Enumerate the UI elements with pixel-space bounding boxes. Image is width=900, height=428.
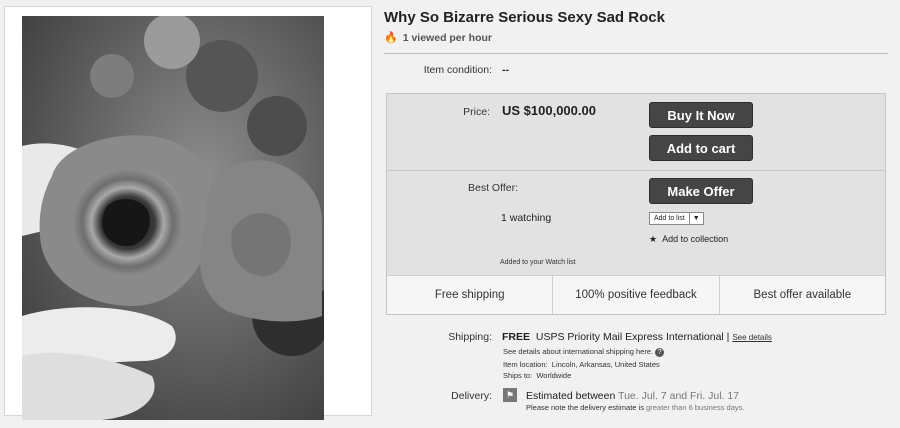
delivery-estimated-label: Estimated between bbox=[526, 390, 616, 402]
rock-photo-illustration bbox=[22, 16, 324, 420]
intl-shipping-text: See details about international shipping… bbox=[503, 347, 654, 356]
chevron-down-icon: ▼ bbox=[692, 215, 700, 222]
delivery-label: Delivery: bbox=[451, 390, 492, 402]
listing-title: Why So Bizarre Serious Sexy Sad Rock bbox=[384, 9, 665, 26]
best-offer-label: Best Offer: bbox=[468, 182, 518, 194]
feature-strip: Free shipping 100% positive feedback Bes… bbox=[387, 275, 885, 314]
item-location: Item location: Lincoln, Arkansas, United… bbox=[503, 360, 660, 369]
add-to-collection-link[interactable]: ★ Add to collection bbox=[649, 234, 728, 245]
delivery-note-highlight: greater than 6 business days. bbox=[646, 403, 745, 412]
shipping-service: USPS Priority Mail Express International… bbox=[535, 331, 730, 343]
item-location-label: Item location: bbox=[503, 360, 548, 369]
title-divider bbox=[384, 53, 888, 54]
shipping-free: FREE bbox=[502, 331, 531, 343]
feature-free-shipping: Free shipping bbox=[387, 276, 554, 314]
condition-value: -- bbox=[502, 64, 509, 76]
shipping-label: Shipping: bbox=[448, 331, 492, 343]
watch-list-note: Added to your Watch list bbox=[500, 259, 576, 266]
see-details-link[interactable]: See details bbox=[732, 333, 772, 342]
make-offer-button[interactable]: Make Offer bbox=[649, 178, 753, 204]
delivery-note: Please note the delivery estimate is gre… bbox=[526, 403, 744, 412]
price-value: US $100,000.00 bbox=[502, 103, 596, 118]
ships-to-value: Worldwide bbox=[536, 371, 572, 380]
ships-to-label: Ships to: bbox=[503, 371, 533, 380]
delivery-dates: Tue. Jul. 7 and Fri. Jul. 17 bbox=[618, 390, 740, 402]
shipping-line: FREE USPS Priority Mail Express Internat… bbox=[502, 331, 772, 343]
offer-divider bbox=[387, 170, 885, 171]
item-location-value: Lincoln, Arkansas, United States bbox=[551, 360, 660, 369]
feature-positive-feedback: 100% positive feedback bbox=[553, 276, 720, 314]
ships-to: Ships to: Worldwide bbox=[503, 371, 571, 380]
star-icon: ★ bbox=[649, 234, 658, 244]
views-text: 1 viewed per hour bbox=[402, 31, 492, 44]
condition-label: Item condition: bbox=[423, 64, 492, 76]
views-indicator: 🔥 1 viewed per hour bbox=[384, 31, 492, 45]
add-to-list-label: Add to list bbox=[650, 213, 690, 224]
product-image-card bbox=[4, 6, 372, 420]
feature-best-offer: Best offer available bbox=[753, 289, 852, 301]
delivery-estimate: Estimated between Tue. Jul. 7 and Fri. J… bbox=[526, 390, 739, 402]
add-to-collection-label: Add to collection bbox=[662, 234, 729, 244]
info-icon[interactable]: ? bbox=[655, 347, 665, 357]
buy-it-now-button[interactable]: Buy It Now bbox=[649, 102, 753, 128]
flame-icon: 🔥 bbox=[384, 32, 398, 44]
watching-count: 1 watching bbox=[501, 212, 552, 224]
price-label: Price: bbox=[463, 106, 490, 118]
delivery-note-text: Please note the delivery estimate is bbox=[526, 403, 644, 412]
intl-shipping-details: See details about international shipping… bbox=[503, 347, 665, 357]
add-to-cart-button[interactable]: Add to cart bbox=[649, 135, 753, 161]
flag-icon: ⚑ bbox=[503, 388, 517, 402]
purchase-panel: Price: US $100,000.00 Buy It Now Add to … bbox=[386, 93, 886, 315]
add-to-list-dropdown[interactable]: Add to list ▼ bbox=[649, 212, 704, 225]
product-photo[interactable] bbox=[22, 16, 324, 420]
